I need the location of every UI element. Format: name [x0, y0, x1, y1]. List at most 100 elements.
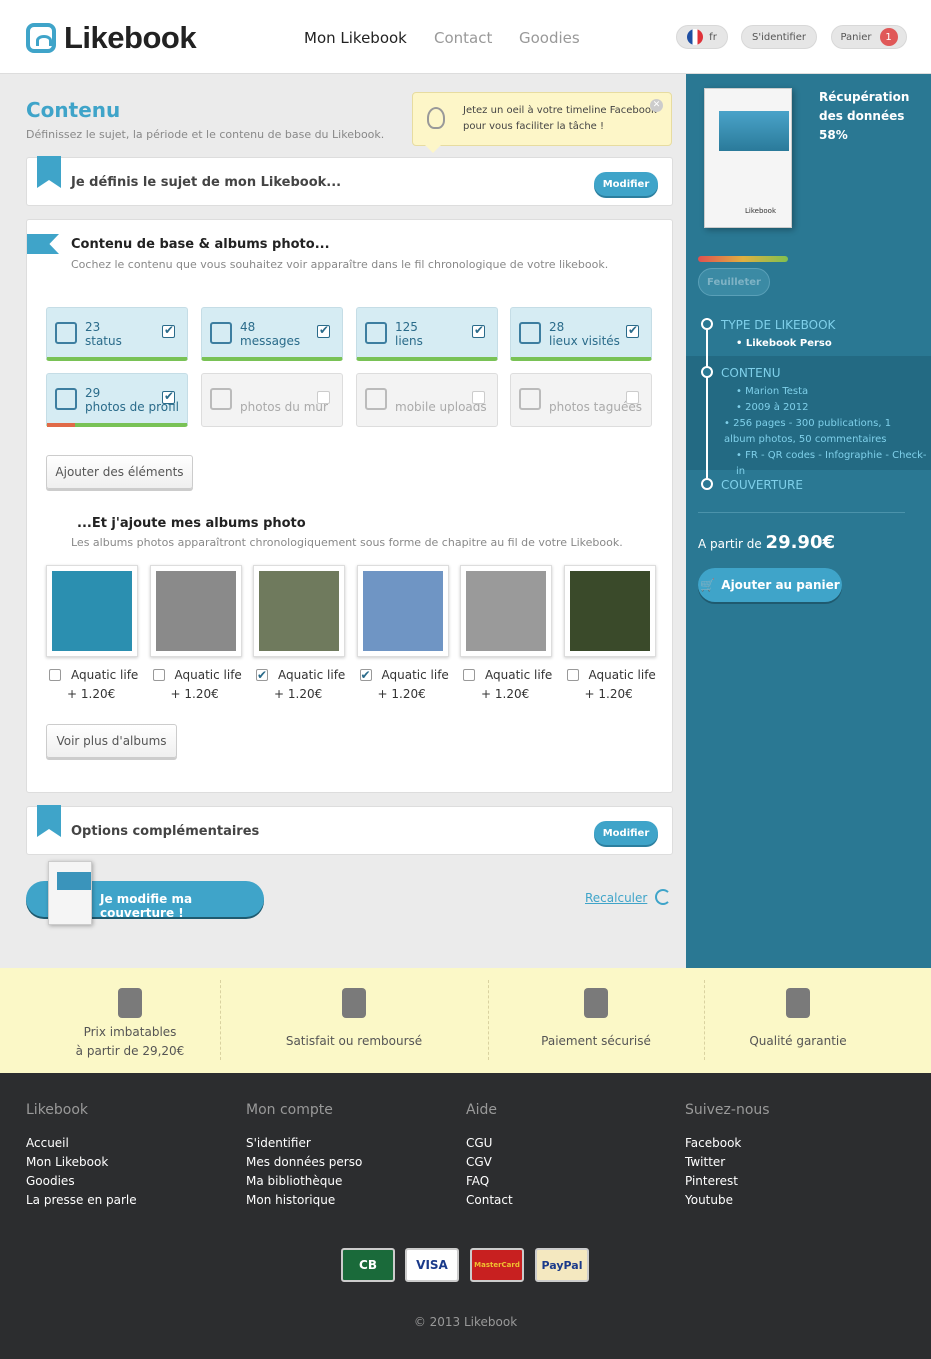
type-section-title[interactable]: TYPE DE LIKEBOOK [721, 318, 835, 332]
footer: Likebook Accueil Mon Likebook Goodies La pre… [0, 1073, 931, 1359]
album-thumbnail[interactable] [253, 565, 345, 657]
cart-button[interactable]: Panier 1 [831, 25, 907, 49]
copyright: © 2013 Likebook [413, 1315, 518, 1329]
modify-subject-button[interactable]: Modifier [594, 172, 658, 196]
add-to-cart-button[interactable]: 🛒 Ajouter au panier [698, 568, 842, 602]
content-item: • FR - QR codes - Infographie - Check-in [736, 450, 927, 477]
tile-checkbox[interactable] [162, 323, 175, 338]
modify-options-button[interactable]: Modifier [594, 821, 658, 845]
modify-cover-button[interactable]: Je modifie ma couverture ! [26, 861, 264, 925]
album-thumbnail[interactable] [460, 565, 552, 657]
footer-link[interactable]: Facebook [685, 1134, 741, 1153]
language-selector[interactable]: fr [676, 25, 728, 49]
album-checkbox[interactable] [49, 669, 61, 681]
album-thumbnail[interactable] [563, 565, 656, 657]
album-label: Aquatic life+ 1.20€ [256, 666, 345, 704]
book-brand: Likebook [745, 207, 777, 215]
album-checkbox[interactable] [256, 666, 268, 685]
nav-contact[interactable]: Contact [434, 29, 492, 47]
tile-checkbox[interactable] [626, 391, 639, 404]
footer-link[interactable]: Ma bibliothèque [246, 1172, 342, 1191]
page-subtitle: Définissez le sujet, la période et le co… [26, 128, 385, 141]
footer-link[interactable]: Mon historique [246, 1191, 335, 1210]
album-photo [362, 571, 443, 651]
subject-section: Je définis le sujet de mon Likebook... M… [26, 156, 673, 206]
footer-link[interactable]: FAQ [466, 1172, 489, 1191]
album-thumbnail[interactable] [356, 565, 449, 657]
content-tile[interactable]: 23 status [46, 307, 188, 361]
photos-icon [210, 388, 232, 410]
book-thumbnail-icon [48, 861, 92, 925]
price-value: 29.90€ [765, 532, 836, 553]
footer-link[interactable]: CGV [466, 1153, 492, 1172]
logo-text: Likebook [64, 20, 197, 55]
album-checkbox[interactable] [152, 669, 165, 681]
cover-section-title[interactable]: COUVERTURE [721, 478, 803, 492]
tile-checkbox[interactable] [317, 391, 330, 404]
albums-desc: Les albums photos apparaîtront chronolog… [71, 536, 623, 549]
tile-checkbox[interactable] [162, 389, 175, 404]
calculator-icon [342, 988, 366, 1018]
album-thumbnail[interactable] [149, 565, 242, 657]
content-tile[interactable]: 125 liens [356, 307, 498, 361]
feature-item: Satisfait ou remboursé [220, 968, 488, 1073]
tile-text: 28 lieux visités [549, 320, 620, 348]
album-checkbox[interactable] [463, 669, 475, 681]
recup-line-1: Récupération [819, 90, 910, 104]
logo[interactable]: Likebook [26, 20, 197, 56]
tile-checkbox[interactable] [626, 323, 639, 338]
close-icon[interactable]: ✕ [650, 99, 663, 112]
footer-link[interactable]: Youtube [685, 1191, 733, 1210]
nav-goodies[interactable]: Goodies [519, 29, 580, 47]
lightbulb-icon [427, 107, 445, 129]
login-button[interactable]: S'identifier [741, 25, 817, 49]
footer-link[interactable]: S'identifier [246, 1134, 311, 1153]
album-checkbox[interactable] [566, 669, 579, 681]
footer-link[interactable]: Accueil [26, 1134, 69, 1153]
cart-label: Panier [840, 31, 872, 43]
footer-link[interactable]: La presse en parle [26, 1191, 137, 1210]
footer-link[interactable]: Twitter [685, 1153, 725, 1172]
footer-link[interactable]: Goodies [26, 1172, 75, 1191]
more-albums-button[interactable]: Voir plus d'albums [46, 724, 177, 758]
options-section-title: Options complémentaires [71, 824, 260, 839]
refresh-icon[interactable] [655, 889, 671, 905]
feature-label: Paiement sécurisé [541, 1034, 651, 1048]
content-tile[interactable]: 29 photos de profil [46, 373, 188, 427]
login-label: S'identifier [752, 31, 806, 43]
price-line: A partir de 29.90€ [698, 532, 835, 553]
nav-mon-likebook[interactable]: Mon Likebook [304, 29, 407, 47]
browse-button[interactable]: Feuilleter [698, 268, 770, 296]
content-section-title[interactable]: CONTENU [721, 366, 780, 380]
feature-item: Paiement sécurisé [488, 968, 704, 1073]
feature-label: Satisfait ou remboursé [285, 1034, 423, 1048]
album-checkbox[interactable] [359, 666, 372, 685]
pin-icon [519, 388, 541, 410]
add-elements-button[interactable]: Ajouter des éléments [46, 455, 193, 489]
language-label: fr [709, 31, 717, 43]
tile-checkbox[interactable] [317, 323, 330, 338]
content-tile[interactable]: mobile uploads [356, 373, 498, 427]
footer-link[interactable]: Mon Likebook [26, 1153, 108, 1172]
footer-link[interactable]: CGU [466, 1134, 492, 1153]
album-photo [259, 571, 339, 651]
footer-heading: Mon compte [246, 1102, 333, 1118]
content-tile[interactable]: 48 messages [201, 307, 343, 361]
photo-icon [55, 388, 77, 410]
progress-bar [698, 256, 788, 262]
recalculate-link[interactable]: Recalculer [585, 891, 647, 905]
album-thumbnail[interactable] [46, 565, 138, 657]
feature-label: Prix imbatables à partir de 29,20€ [75, 1025, 185, 1058]
content-tile[interactable]: 28 lieux visités [510, 307, 652, 361]
footer-link[interactable]: Mes données perso [246, 1153, 362, 1172]
tile-checkbox[interactable] [472, 391, 485, 404]
content-tile[interactable]: photos taguées [510, 373, 652, 427]
bookmark-ribbon-icon [37, 805, 61, 837]
album-label: Aquatic life+ 1.20€ [49, 666, 138, 704]
footer-link[interactable]: Pinterest [685, 1172, 738, 1191]
album-label: Aquatic life+ 1.20€ [359, 666, 449, 704]
tile-checkbox[interactable] [472, 323, 485, 338]
footer-link[interactable]: Contact [466, 1191, 513, 1210]
award-icon [786, 988, 810, 1018]
content-tile[interactable]: photos du mur [201, 373, 343, 427]
